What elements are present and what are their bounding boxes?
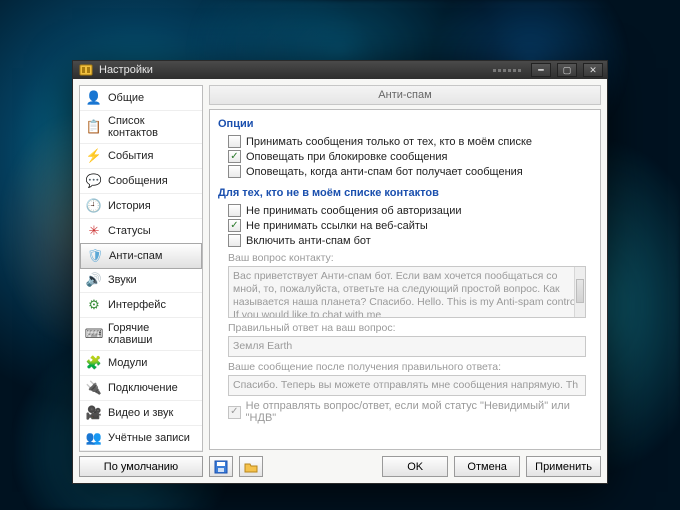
sidebar-item-icon: 🕘: [86, 198, 102, 214]
sidebar-item-1[interactable]: 📋 Список контактов: [80, 111, 202, 144]
after-input[interactable]: Спасибо. Теперь вы можете отправлять мне…: [228, 375, 586, 396]
sidebar: 👤 Общие 📋 Список контактов ⚡ События 💬 Сообщени…: [79, 85, 203, 477]
sidebar-item-label: События: [108, 150, 153, 162]
answer-label: Правильный ответ на ваш вопрос:: [228, 322, 592, 334]
defaults-button[interactable]: По умолчанию: [79, 456, 203, 477]
sidebar-item-11[interactable]: 🔌 Подключение: [80, 376, 202, 401]
sidebar-item-label: Список контактов: [108, 115, 196, 139]
sidebar-item-label: Анти-спам: [109, 250, 162, 262]
panel-body: Опции Принимать сообщения только от тех,…: [209, 109, 601, 450]
checkbox-label: Не принимать ссылки на веб-сайты: [246, 220, 428, 232]
minimize-button[interactable]: ━: [531, 63, 551, 77]
checkbox-label: Оповещать при блокировке сообщения: [246, 151, 448, 163]
sidebar-item-icon: 📋: [86, 119, 102, 135]
checkbox-icon: [228, 135, 241, 148]
checkbox-label: Оповещать, когда анти-спам бот получает …: [246, 166, 523, 178]
titlebar[interactable]: Настройки ━ ▢ ✕: [73, 61, 607, 79]
panel-title: Анти-спам: [209, 85, 601, 105]
sidebar-item-label: Звуки: [108, 274, 137, 286]
folder-icon: [244, 460, 258, 474]
sidebar-item-icon: ⌨: [86, 326, 102, 342]
sidebar-item-9[interactable]: ⌨ Горячие клавиши: [80, 318, 202, 351]
checkbox-icon: [228, 165, 241, 178]
sidebar-item-13[interactable]: 👥 Учётные записи: [80, 426, 202, 451]
maximize-button[interactable]: ▢: [557, 63, 577, 77]
client-area: 👤 Общие 📋 Список контактов ⚡ События 💬 Сообщени…: [73, 79, 607, 483]
sidebar-item-icon: 💬: [86, 173, 102, 189]
sidebar-item-icon: 🎥: [86, 405, 102, 421]
answer-input[interactable]: Земля Earth: [228, 336, 586, 357]
checkbox-label: Не отправлять вопрос/ответ, если мой ста…: [246, 400, 592, 424]
apply-button[interactable]: Применить: [526, 456, 601, 477]
close-button[interactable]: ✕: [583, 63, 603, 77]
sidebar-item-icon: ✳: [86, 223, 102, 239]
sidebar-item-label: Подключение: [108, 382, 178, 394]
sidebar-item-icon: 🛡: [87, 248, 103, 264]
category-list: 👤 Общие 📋 Список контактов ⚡ События 💬 Сообщени…: [79, 85, 203, 452]
sidebar-item-icon: ⚡: [86, 148, 102, 164]
ok-button[interactable]: OK: [382, 456, 448, 477]
input-content: Земля Earth: [233, 340, 292, 352]
question-textarea[interactable]: Вас приветствует Анти-спам бот. Если вам…: [228, 266, 586, 318]
checkbox-label: Включить анти-спам бот: [246, 235, 371, 247]
textarea-content: Вас приветствует Анти-спам бот. Если вам…: [233, 270, 581, 318]
sidebar-item-icon: 🧩: [86, 355, 102, 371]
checkbox-icon: ✓: [228, 150, 241, 163]
sidebar-item-5[interactable]: ✳ Статусы: [80, 219, 202, 244]
sidebar-item-6[interactable]: 🛡 Анти-спам: [80, 243, 202, 269]
sidebar-item-label: Горячие клавиши: [108, 322, 196, 346]
app-icon: [79, 63, 93, 77]
sidebar-item-icon: 👤: [86, 90, 102, 106]
opt-only-from-list[interactable]: Принимать сообщения только от тех, кто в…: [218, 134, 592, 149]
input-content: Спасибо. Теперь вы можете отправлять мне…: [233, 379, 578, 391]
sidebar-item-label: Статусы: [108, 225, 151, 237]
sidebar-item-2[interactable]: ⚡ События: [80, 144, 202, 169]
opt-enable-bot[interactable]: Включить анти-спам бот: [218, 233, 592, 248]
checkbox-icon: ✓: [228, 406, 241, 419]
sidebar-item-icon: 🔌: [86, 380, 102, 396]
window-title: Настройки: [99, 64, 153, 76]
opt-no-links[interactable]: ✓ Не принимать ссылки на веб-сайты: [218, 218, 592, 233]
sidebar-item-label: Сообщения: [108, 175, 168, 187]
sidebar-item-icon: ⚙: [86, 297, 102, 313]
sidebar-item-0[interactable]: 👤 Общие: [80, 86, 202, 111]
save-preset-button[interactable]: [209, 456, 233, 477]
settings-panel: Анти-спам Опции Принимать сообщения толь…: [209, 85, 601, 477]
opt-no-auth[interactable]: Не принимать сообщения об авторизации: [218, 203, 592, 218]
sidebar-item-8[interactable]: ⚙ Интерфейс: [80, 293, 202, 318]
after-label: Ваше сообщение после получения правильно…: [228, 361, 592, 373]
section-options: Опции: [218, 118, 592, 130]
sidebar-item-10[interactable]: 🧩 Модули: [80, 351, 202, 376]
button-bar: OK Отмена Применить: [209, 454, 601, 477]
sidebar-item-4[interactable]: 🕘 История: [80, 194, 202, 219]
opt-not-if-invisible[interactable]: ✓ Не отправлять вопрос/ответ, если мой с…: [218, 399, 592, 425]
sidebar-item-label: История: [108, 200, 151, 212]
sidebar-item-label: Учётные записи: [108, 432, 190, 444]
checkbox-label: Не принимать сообщения об авторизации: [246, 205, 462, 217]
sidebar-item-12[interactable]: 🎥 Видео и звук: [80, 401, 202, 426]
question-label: Ваш вопрос контакту:: [228, 252, 592, 264]
checkbox-icon: [228, 234, 241, 247]
sidebar-item-icon: 🔊: [86, 272, 102, 288]
sidebar-item-icon: 👥: [86, 430, 102, 446]
checkbox-label: Принимать сообщения только от тех, кто в…: [246, 136, 532, 148]
diskette-icon: [214, 460, 228, 474]
section-not-in-list: Для тех, кто не в моём списке контактов: [218, 187, 592, 199]
sidebar-item-label: Модули: [108, 357, 147, 369]
sidebar-item-3[interactable]: 💬 Сообщения: [80, 169, 202, 194]
load-preset-button[interactable]: [239, 456, 263, 477]
opt-notify-bot[interactable]: Оповещать, когда анти-спам бот получает …: [218, 164, 592, 179]
settings-window: Настройки ━ ▢ ✕ 👤 Общие 📋 Список контактов ⚡…: [72, 60, 608, 484]
sidebar-item-label: Интерфейс: [108, 299, 166, 311]
checkbox-icon: ✓: [228, 219, 241, 232]
sidebar-item-label: Общие: [108, 92, 144, 104]
checkbox-icon: [228, 204, 241, 217]
sidebar-item-7[interactable]: 🔊 Звуки: [80, 268, 202, 293]
opt-notify-block[interactable]: ✓ Оповещать при блокировке сообщения: [218, 149, 592, 164]
cancel-button[interactable]: Отмена: [454, 456, 520, 477]
bot-settings-group: Ваш вопрос контакту: Вас приветствует Ан…: [218, 252, 592, 425]
sidebar-item-label: Видео и звук: [108, 407, 173, 419]
scrollbar[interactable]: [574, 267, 585, 317]
titlebar-grip-icon: [493, 69, 521, 72]
